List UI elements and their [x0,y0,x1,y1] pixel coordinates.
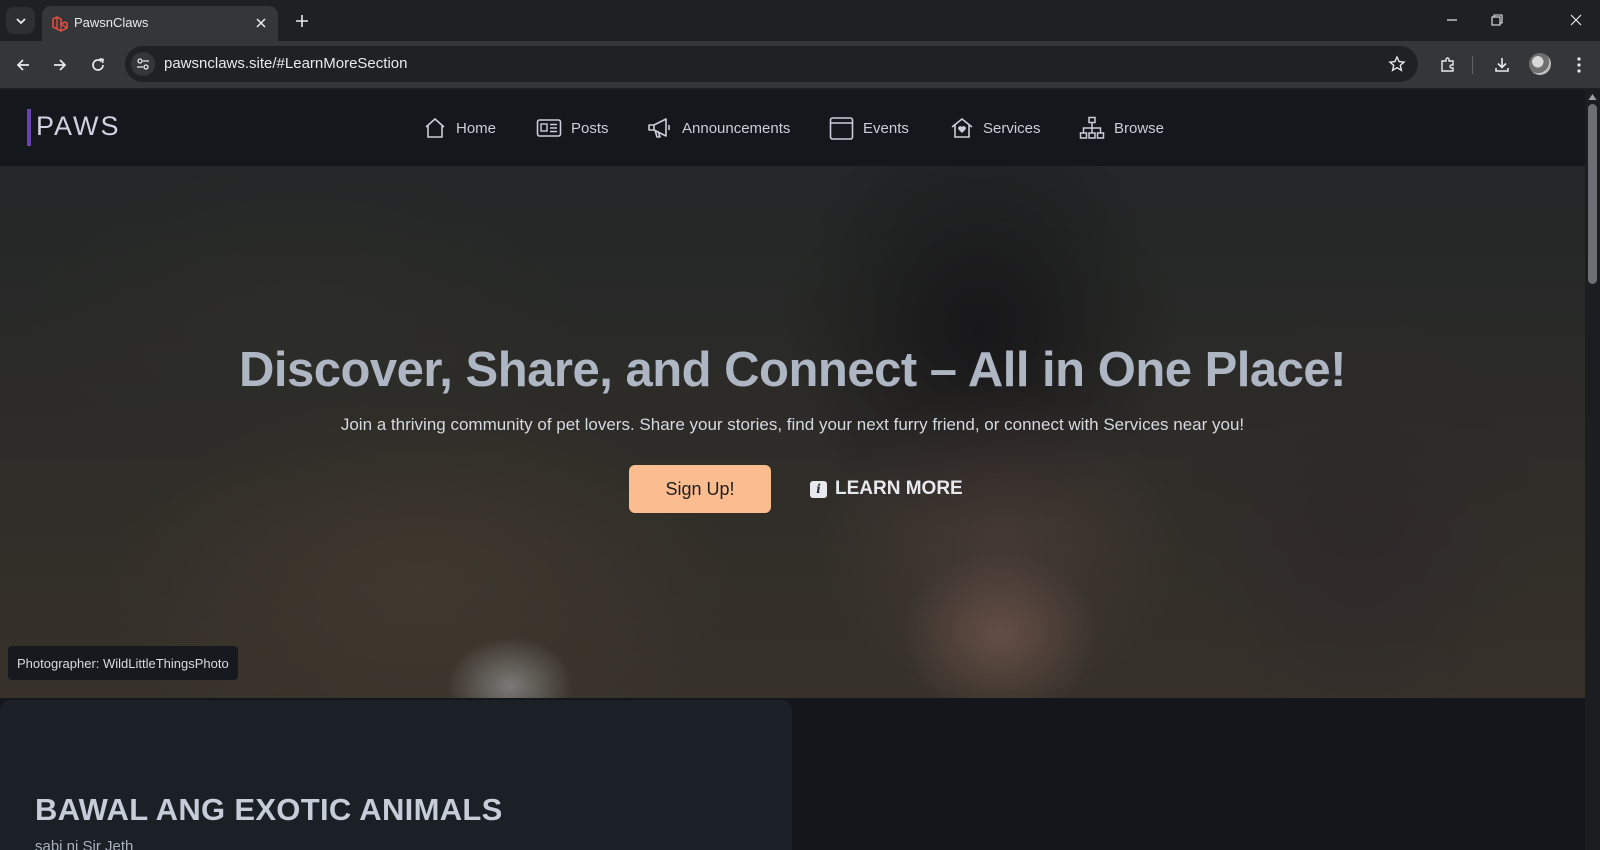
laravel-favicon-icon [52,16,68,32]
new-tab-button[interactable] [290,9,314,33]
close-icon [1570,14,1582,26]
nav-announcements[interactable]: Announcements [646,114,790,142]
tab-search-button[interactable] [6,7,35,34]
minimize-button[interactable] [1437,8,1467,32]
nav-browse[interactable]: Browse [1079,114,1164,142]
home-heart-icon [951,117,973,138]
hero-section: Discover, Share, and Connect – All in On… [0,166,1585,698]
tune-icon [137,58,149,70]
extensions-button[interactable] [1436,53,1460,77]
newspaper-icon [536,119,562,137]
tab-close-button[interactable] [252,14,270,32]
logo-accent-bar [27,109,31,146]
sign-up-button[interactable]: Sign Up! [629,465,771,513]
nav-label: Announcements [682,119,791,137]
close-window-button[interactable] [1561,8,1591,32]
learn-more-button[interactable]: i LEARN MORE [810,475,963,503]
profile-avatar[interactable] [1529,53,1551,75]
post-title: BAWAL ANG EXOTIC ANIMALS [35,792,503,827]
chevron-down-icon [15,17,26,24]
nav-home[interactable]: Home [423,114,496,142]
more-vert-icon [1577,57,1581,73]
browser-tab-strip: PawsnClaws [0,0,1600,41]
scrollbar-thumb[interactable] [1588,104,1597,284]
restore-icon [1491,14,1503,26]
learn-more-section: BAWAL ANG EXOTIC ANIMALS sabi ni Sir Jet… [0,698,1585,850]
learn-more-label: LEARN MORE [835,478,963,499]
home-icon [425,117,445,138]
browser-toolbar: pawsnclaws.site/#LearnMoreSection [0,41,1600,89]
address-bar[interactable]: pawsnclaws.site/#LearnMoreSection [125,46,1418,82]
nav-label: Services [983,119,1041,137]
site-logo[interactable]: PAWS [36,111,121,142]
reload-icon [92,58,104,71]
download-icon [1495,58,1509,72]
nav-events[interactable]: Events [829,114,909,142]
hero-title: Discover, Share, and Connect – All in On… [239,343,1347,397]
tab-title: PawsnClaws [74,15,149,30]
post-card[interactable]: BAWAL ANG EXOTIC ANIMALS sabi ni Sir Jet… [0,700,792,850]
hero-subtitle: Join a thriving community of pet lovers.… [340,415,1245,434]
toolbar-separator [1472,56,1473,74]
photo-credit: Photographer: WildLittleThingsPhoto [8,646,238,680]
arrow-left-icon [16,59,29,71]
back-button[interactable] [11,53,35,77]
info-icon: i [810,480,827,498]
nav-services[interactable]: Services [950,114,1041,142]
scrollbar[interactable] [1585,90,1600,850]
puzzle-icon [1441,57,1454,72]
downloads-button[interactable] [1490,53,1514,77]
nav-label: Browse [1114,119,1165,137]
plus-icon [296,15,308,27]
calendar-icon [829,116,854,140]
reload-button[interactable] [86,53,110,77]
browser-tab[interactable]: PawsnClaws [42,6,278,41]
bookmark-button[interactable] [1386,53,1408,75]
page-viewport: PAWS Home Posts Announcements Events Ser… [0,90,1600,850]
arrow-right-icon [54,59,67,71]
megaphone-icon [648,118,670,138]
nav-label: Events [863,119,909,137]
scroll-up-arrow-icon[interactable] [1588,93,1597,101]
menu-button[interactable] [1567,53,1591,77]
sitemap-icon [1079,116,1105,139]
restore-button[interactable] [1482,8,1512,32]
minimize-icon [1447,19,1457,21]
star-icon [1388,55,1406,72]
forward-button[interactable] [48,53,72,77]
post-author: sabi ni Sir Jeth [35,838,134,850]
url-text: pawsnclaws.site/#LearnMoreSection [164,55,408,72]
nav-posts[interactable]: Posts [536,114,609,142]
site-header: PAWS Home Posts Announcements Events Ser… [0,90,1585,166]
site-info-button[interactable] [131,52,155,76]
close-icon [256,18,266,28]
nav-label: Posts [571,119,609,137]
nav-label: Home [456,119,497,137]
